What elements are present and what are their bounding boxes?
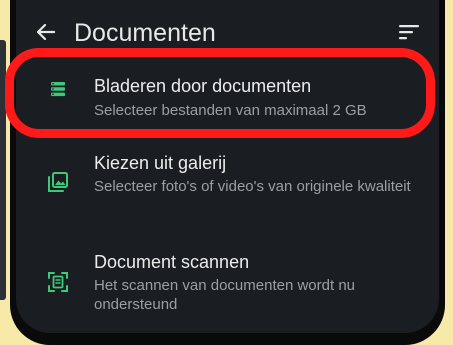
page-title: Documenten xyxy=(74,19,216,47)
stage: Documenten Bladeren door documenten Sele… xyxy=(0,0,453,345)
option-scan-document[interactable]: Document scannen Het scannen van documen… xyxy=(16,240,439,332)
option-gallery[interactable]: Kiezen uit galerij Selecteer foto's of v… xyxy=(16,140,439,232)
arrow-left-icon[interactable] xyxy=(34,20,58,44)
option-label: Kiezen uit galerij xyxy=(94,153,227,173)
option-description: Het scannen van documenten wordt nu onde… xyxy=(94,277,355,313)
option-description: Selecteer foto's of video's van originel… xyxy=(94,178,411,195)
gallery-icon xyxy=(48,172,68,192)
document-scan-icon xyxy=(48,272,68,292)
sort-icon[interactable] xyxy=(398,22,420,42)
option-label: Document scannen xyxy=(94,252,250,272)
highlight-annotation xyxy=(5,48,435,138)
